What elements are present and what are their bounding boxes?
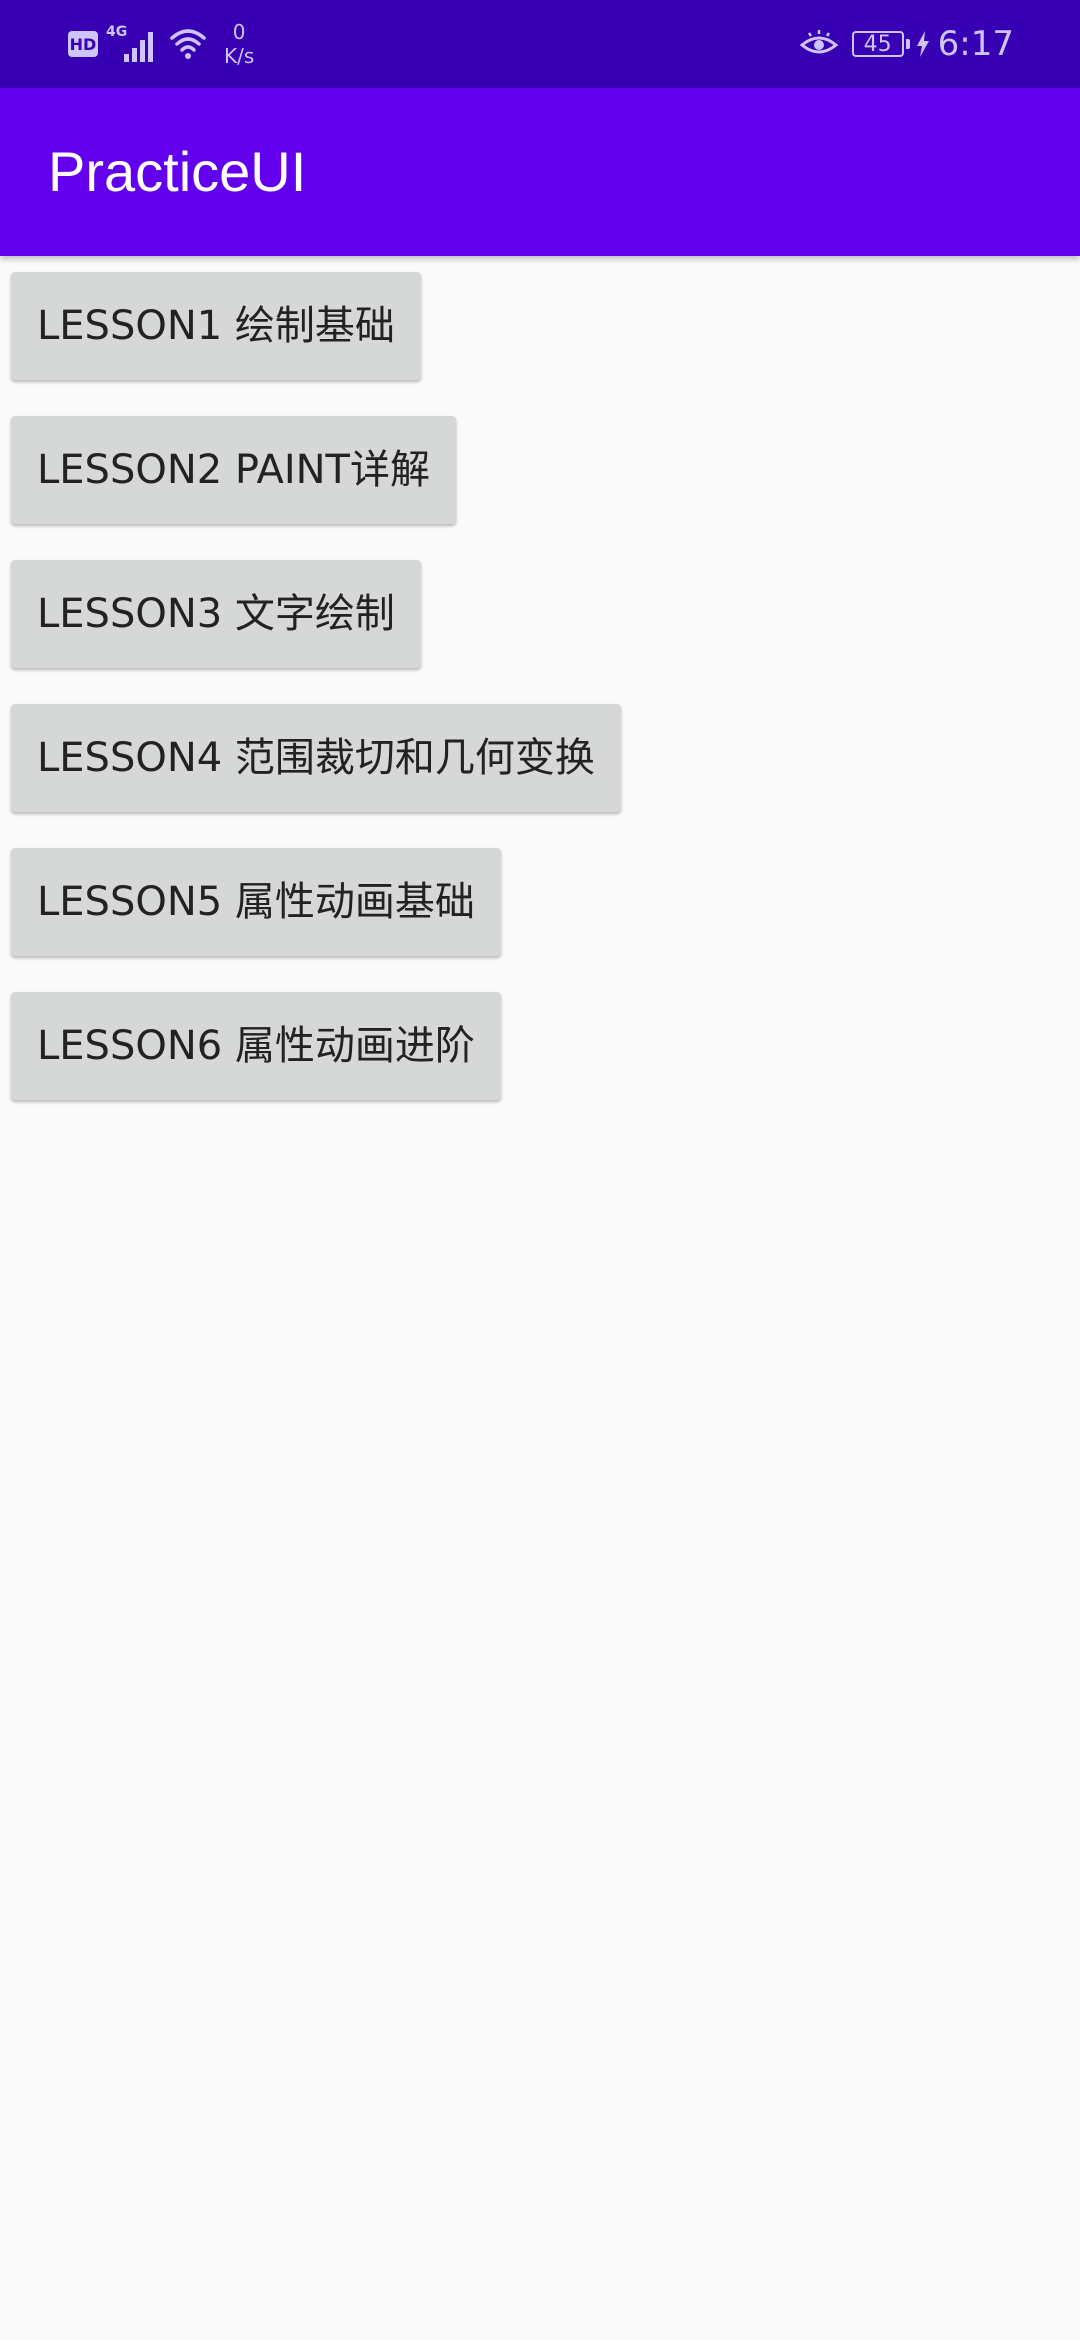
hd-icon: HD	[68, 31, 98, 57]
lesson2-button[interactable]: LESSON2 PAINT详解	[11, 416, 456, 524]
lesson4-button[interactable]: LESSON4 范围裁切和几何变换	[11, 704, 621, 812]
lesson-list: LESSON1 绘制基础 LESSON2 PAINT详解 LESSON3 文字绘…	[11, 272, 1071, 1136]
lesson1-button[interactable]: LESSON1 绘制基础	[11, 272, 421, 380]
network-type-label: 4G	[106, 24, 128, 40]
charging-bolt-icon	[916, 31, 930, 57]
network-speed: 0 K/s	[224, 20, 254, 68]
app-bar: PracticeUI	[0, 88, 1080, 256]
battery-cap	[905, 39, 910, 49]
app-title: PracticeUI	[48, 140, 307, 203]
lesson3-button[interactable]: LESSON3 文字绘制	[11, 560, 421, 668]
status-bar-left: HD 4G 0 K/s	[68, 0, 254, 88]
status-bar-right: 45 6:17	[799, 0, 1014, 88]
status-bar: HD 4G 0 K/s 45 6:17	[0, 0, 1080, 88]
battery-level: 45	[863, 31, 892, 57]
cellular-signal-icon: 4G	[106, 24, 160, 64]
lesson5-button[interactable]: LESSON5 属性动画基础	[11, 848, 501, 956]
lesson6-button[interactable]: LESSON6 属性动画进阶	[11, 992, 501, 1100]
battery-icon: 45	[851, 31, 904, 57]
network-speed-unit: K/s	[224, 44, 255, 68]
wifi-icon	[168, 24, 208, 64]
network-speed-value: 0	[232, 20, 246, 44]
status-bar-time: 6:17	[937, 24, 1014, 64]
eye-comfort-icon	[799, 29, 839, 59]
